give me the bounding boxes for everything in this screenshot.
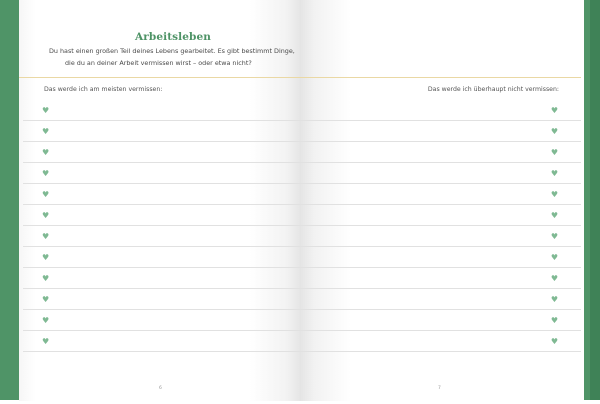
writing-lines: ♥ ♥ ♥ ♥ ♥ ♥ ♥ ♥ ♥ ♥ ♥ ♥ ♥ ♥ ♥ ♥ ♥ ♥ ♥ ♥ ♥ ♥ ♥ ♥ (23, 100, 581, 352)
heart-icon: ♥ (42, 127, 50, 136)
book-spread: Arbeitsleben Du hast einen großen Teil d… (0, 0, 600, 404)
heart-icon: ♥ (550, 337, 558, 346)
heart-icon: ♥ (550, 211, 558, 220)
writing-line: ♥ ♥ (23, 268, 581, 289)
left-column-label: Das werde ich am meisten vermissen: (44, 86, 163, 93)
heart-icon: ♥ (550, 316, 558, 325)
writing-line: ♥ ♥ (23, 163, 581, 184)
writing-line: ♥ ♥ (23, 247, 581, 268)
writing-line: ♥ ♥ (23, 289, 581, 310)
heart-icon: ♥ (550, 127, 558, 136)
heart-icon: ♥ (550, 253, 558, 262)
heart-icon: ♥ (42, 274, 50, 283)
heart-icon: ♥ (550, 190, 558, 199)
book-cover-right-shadow (590, 0, 600, 400)
writing-line: ♥ ♥ (23, 310, 581, 331)
heart-icon: ♥ (550, 232, 558, 241)
header-divider (19, 77, 581, 78)
writing-line: ♥ ♥ (23, 205, 581, 226)
writing-line: ♥ ♥ (23, 121, 581, 142)
right-column-label: Das werde ich überhaupt nicht vermissen: (427, 86, 559, 93)
heart-icon: ♥ (550, 148, 558, 157)
heart-icon: ♥ (550, 295, 558, 304)
heart-icon: ♥ (42, 316, 50, 325)
intro-text: Du hast einen großen Teil deines Lebens … (44, 45, 304, 69)
heart-icon: ♥ (42, 295, 50, 304)
writing-line: ♥ ♥ (23, 100, 581, 121)
heart-icon: ♥ (42, 148, 50, 157)
page-number-left: 6 (159, 386, 162, 391)
heart-icon: ♥ (550, 106, 558, 115)
page-number-right: 7 (438, 386, 441, 391)
heart-icon: ♥ (42, 211, 50, 220)
heart-icon: ♥ (42, 232, 50, 241)
page-title: Arbeitsleben (135, 31, 211, 43)
heart-icon: ♥ (42, 190, 50, 199)
writing-line: ♥ ♥ (23, 331, 581, 352)
heart-icon: ♥ (42, 253, 50, 262)
heart-icon: ♥ (550, 274, 558, 283)
heart-icon: ♥ (42, 106, 50, 115)
heart-icon: ♥ (42, 169, 50, 178)
heart-icon: ♥ (42, 337, 50, 346)
heart-icon: ♥ (550, 169, 558, 178)
intro-line-1: Du hast einen großen Teil deines Lebens … (49, 47, 295, 55)
writing-line: ♥ ♥ (23, 184, 581, 205)
writing-line: ♥ ♥ (23, 142, 581, 163)
book-cover-left-edge (0, 0, 19, 400)
intro-line-2: die du an deiner Arbeit vermissen wirst … (65, 59, 252, 67)
writing-line: ♥ ♥ (23, 226, 581, 247)
